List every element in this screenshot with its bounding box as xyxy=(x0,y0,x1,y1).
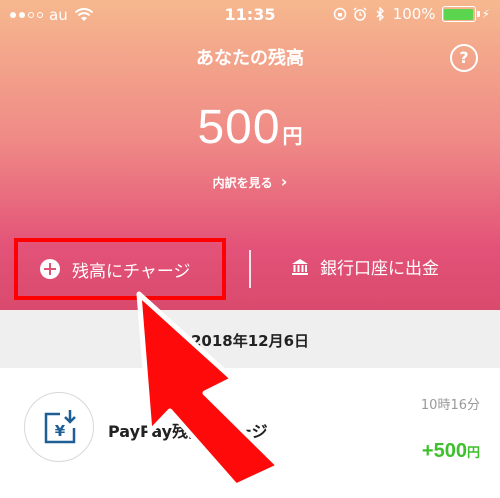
orientation-lock-icon xyxy=(333,7,346,21)
withdraw-to-bank-button[interactable]: 銀行口座に出金 xyxy=(290,254,439,279)
bank-icon xyxy=(292,258,308,275)
breakdown-label: 内訳を見る xyxy=(212,176,273,190)
bluetooth-icon xyxy=(376,7,384,21)
battery-tip xyxy=(476,11,480,17)
charge-balance-label: 残高にチャージ xyxy=(72,261,191,282)
status-right: 100% ⚡ xyxy=(333,5,490,23)
withdraw-to-bank-label: 銀行口座に出金 xyxy=(320,259,439,279)
svg-text:¥: ¥ xyxy=(55,422,66,440)
chevron-right-icon: › xyxy=(280,172,288,191)
history-date: 2018年12月6日 xyxy=(190,332,310,350)
transaction-amount-unit: 円 xyxy=(466,446,480,461)
balance-header: au 11:35 100% ⚡ あなたの残高 ? 500 円 内訳を見る › 残… xyxy=(0,0,500,310)
charge-yen-icon: ¥ xyxy=(24,392,94,462)
balance-display: 500 円 xyxy=(0,100,500,155)
charge-balance-button[interactable]: 残高にチャージ xyxy=(14,238,226,300)
charging-bolt-icon: ⚡ xyxy=(481,7,490,21)
transaction-amount-value: +500 xyxy=(421,440,467,462)
battery-fill xyxy=(444,8,474,20)
status-bar: au 11:35 100% ⚡ xyxy=(0,0,500,30)
transaction-row[interactable]: ¥ PayPay残高チャージ 10時16分 +500円 xyxy=(0,368,500,498)
transaction-time: 10時16分 xyxy=(420,398,480,413)
history-date-header: 2018年12月6日 xyxy=(0,310,500,368)
battery-percent: 100% xyxy=(392,5,436,23)
breakdown-link[interactable]: 内訳を見る › xyxy=(0,172,500,191)
transaction-amount: +500円 xyxy=(422,440,480,463)
balance-unit: 円 xyxy=(282,124,303,148)
alarm-icon xyxy=(353,7,367,21)
action-divider xyxy=(249,250,251,288)
balance-amount: 500 xyxy=(197,101,281,154)
balance-actions: 残高にチャージ 銀行口座に出金 xyxy=(0,236,500,306)
help-icon[interactable]: ? xyxy=(450,44,478,72)
transaction-name: PayPay残高チャージ xyxy=(108,422,268,441)
plus-circle-icon xyxy=(40,259,60,279)
page-title: あなたの残高 xyxy=(196,48,304,69)
battery-icon xyxy=(441,6,480,22)
